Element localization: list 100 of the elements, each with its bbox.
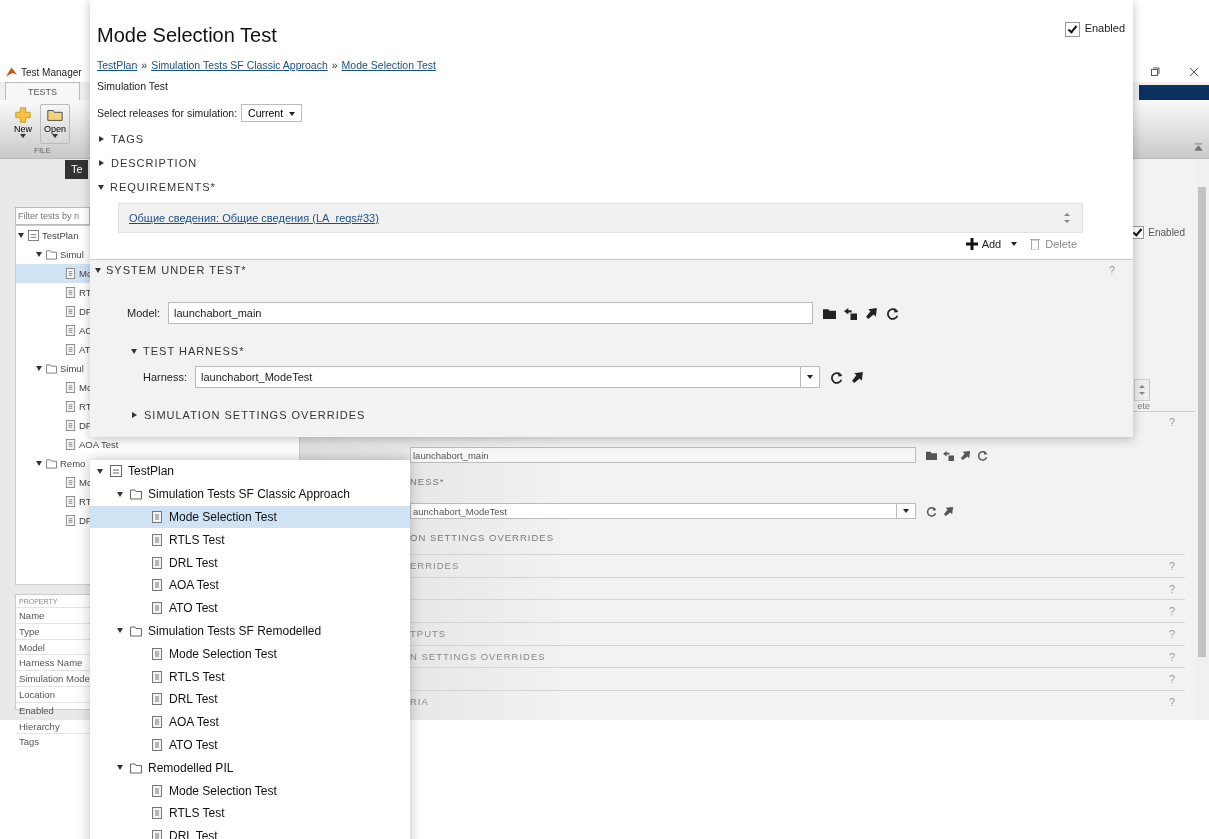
harness-dropdown[interactable]: launchabort_ModeTest <box>195 366 821 388</box>
tree-item[interactable]: RT <box>16 397 92 416</box>
arrow-icon[interactable] <box>943 505 954 517</box>
tree-item[interactable]: DRL Test <box>90 551 410 574</box>
tree-item[interactable]: DF <box>16 416 92 435</box>
tree-item[interactable]: Remo <box>16 454 91 473</box>
caret-icon[interactable] <box>117 628 123 634</box>
breadcrumb-link[interactable]: Mode Selection Test <box>341 59 436 71</box>
breadcrumb-separator: » <box>141 59 148 71</box>
tree-item[interactable]: Mode Selection Test <box>90 779 410 802</box>
trash-icon <box>1029 238 1042 250</box>
tree-item[interactable]: RT <box>16 492 92 511</box>
document-icon <box>65 382 76 393</box>
refresh-icon[interactable] <box>926 505 937 517</box>
section-header[interactable]: REQUIREMENTS* <box>110 181 216 193</box>
property-name: Hierarchy <box>19 720 60 732</box>
box-arrow-icon[interactable] <box>943 449 954 461</box>
refresh-icon[interactable] <box>830 370 844 384</box>
document-icon <box>65 515 76 526</box>
harness-dropdown[interactable]: aunchabort_ModeTest <box>410 503 916 519</box>
folder-icon[interactable] <box>823 306 837 320</box>
tree-item[interactable]: RTLS Test <box>90 528 410 552</box>
requirement-link[interactable]: Общие сведения: Общие сведения (LA_reqs#33) <box>129 212 379 224</box>
arrow-icon[interactable] <box>851 370 865 384</box>
browser-tab[interactable]: Te <box>65 160 88 179</box>
releases-dropdown[interactable]: Current <box>241 104 303 122</box>
tree-item[interactable]: AOA Test <box>16 435 119 454</box>
document-icon <box>151 533 163 546</box>
tree-item[interactable]: RTLS Test <box>90 801 410 825</box>
delete-text[interactable]: ete <box>1137 401 1150 411</box>
tree-item[interactable]: Simulation Tests SF Classic Approach <box>90 482 410 506</box>
collapse-icon[interactable] <box>1194 143 1203 152</box>
document-icon <box>65 306 76 317</box>
caret-icon[interactable] <box>132 412 137 418</box>
caret-icon[interactable] <box>99 160 104 166</box>
filter-field[interactable]: Filter tests by n <box>15 207 90 225</box>
enabled-checkbox[interactable] <box>1064 22 1080 37</box>
close-icon[interactable] <box>1189 67 1199 77</box>
breadcrumb-link[interactable]: TestPlan <box>97 59 138 71</box>
arrow-icon[interactable] <box>960 449 971 461</box>
caret-icon[interactable] <box>98 184 104 190</box>
tree-item[interactable]: DF <box>16 302 92 321</box>
folder-icon <box>46 363 57 374</box>
tree-item[interactable]: TestPlan <box>90 460 410 483</box>
tree-item[interactable]: ATO Test <box>90 733 410 757</box>
document-icon <box>65 325 76 336</box>
tree-item[interactable]: Remodelled PIL <box>90 756 410 780</box>
tree-item[interactable]: DRL Test <box>90 687 410 711</box>
model-field[interactable]: launchabort_main <box>410 447 916 463</box>
tree-item[interactable]: ATO Test <box>90 596 410 620</box>
field-label: Model: <box>127 307 161 319</box>
tree-item[interactable]: Simul <box>16 245 91 264</box>
tree-item[interactable]: AOA Test <box>90 710 410 734</box>
test-plan-icon <box>110 465 122 478</box>
property-name: Model <box>19 641 45 653</box>
caret-icon[interactable] <box>117 765 123 771</box>
restore-icon[interactable] <box>1150 67 1160 77</box>
caret-icon[interactable] <box>117 491 123 497</box>
section-header[interactable]: SIMULATION SETTINGS OVERRIDES <box>144 409 366 421</box>
add-button[interactable]: Add <box>965 238 1018 250</box>
document-icon <box>65 344 76 355</box>
scrollbar[interactable] <box>1195 159 1209 720</box>
document-icon <box>151 602 163 615</box>
tree-item[interactable]: AOA Test <box>90 574 410 597</box>
document-icon <box>65 439 76 450</box>
toolstrip-tab[interactable]: TESTS <box>5 82 80 100</box>
document-icon <box>151 511 163 523</box>
section-header[interactable]: SYSTEM UNDER TEST* <box>106 264 247 276</box>
caret-icon[interactable] <box>95 267 101 273</box>
folder-icon[interactable] <box>926 449 937 461</box>
refresh-icon[interactable] <box>977 449 988 461</box>
caret-icon[interactable] <box>99 136 104 142</box>
tree-item[interactable]: Mode Selection Test <box>90 505 410 529</box>
tree-item[interactable]: RT <box>16 283 92 302</box>
section-header[interactable]: TAGS <box>111 133 145 145</box>
tree-item[interactable]: DF <box>16 511 92 530</box>
new-button[interactable]: New <box>8 104 38 144</box>
caret-icon[interactable] <box>97 468 103 474</box>
tree-item[interactable]: RTLS Test <box>90 665 410 688</box>
section-header[interactable]: TEST HARNESS* <box>143 345 245 357</box>
caret-icon[interactable] <box>131 348 137 354</box>
document-icon <box>151 579 163 592</box>
spinner-control[interactable] <box>1134 379 1150 401</box>
arrow-icon[interactable] <box>865 306 879 320</box>
tree-item[interactable]: Simul <box>16 359 91 378</box>
refresh-icon[interactable] <box>886 306 900 320</box>
breadcrumb-link[interactable]: Simulation Tests SF Classic Approach <box>151 59 328 71</box>
window-title: Test Manager <box>21 66 82 78</box>
document-icon <box>151 738 163 751</box>
property-name: Name <box>19 610 45 621</box>
document-icon <box>151 807 163 820</box>
checkbox-label: Enabled <box>1148 227 1185 238</box>
tree-item[interactable]: Simulation Tests SF Remodelled <box>90 619 410 643</box>
tree-item[interactable]: TestPlan <box>16 226 91 245</box>
open-button[interactable]: Open <box>40 104 70 144</box>
section-header[interactable]: DESCRIPTION <box>111 157 198 169</box>
tree-item[interactable]: AT <box>16 340 91 359</box>
model-field[interactable]: launchabort_main <box>168 302 814 324</box>
box-arrow-icon[interactable] <box>844 306 858 320</box>
tree-item[interactable]: Mode Selection Test <box>90 642 410 666</box>
